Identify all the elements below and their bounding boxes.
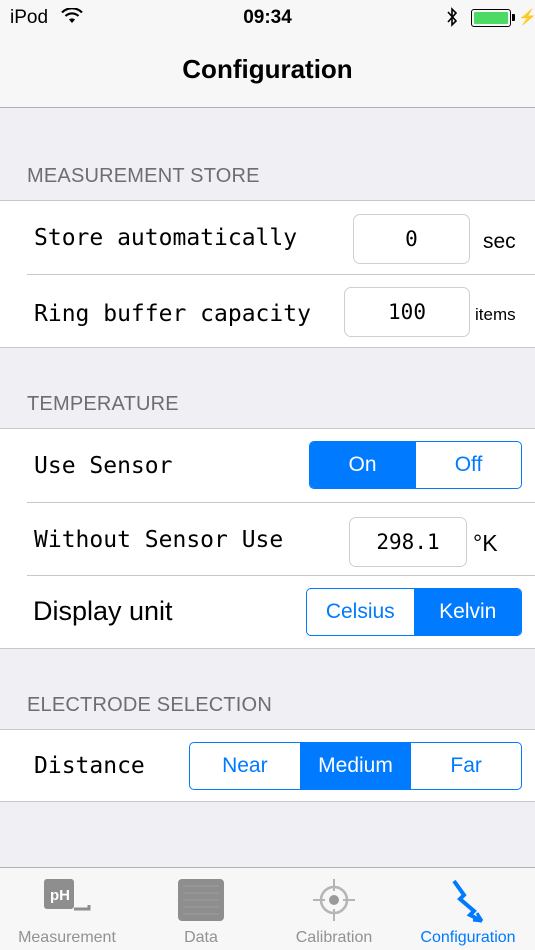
display-unit-kelvin[interactable]: Kelvin — [413, 589, 521, 635]
charging-icon: ⚡ — [518, 9, 535, 26]
row-distance: Distance Near Medium Far — [0, 730, 535, 804]
store-interval-field[interactable]: 0 — [353, 214, 470, 264]
ph-meter-icon: pH — [41, 877, 93, 922]
row-without-sensor: Without Sensor Use 298.1 °K — [0, 502, 535, 576]
without-sensor-label: Without Sensor Use — [34, 527, 284, 553]
ring-buffer-unit: items — [475, 305, 516, 324]
tab-calibration[interactable]: Calibration — [267, 868, 401, 950]
battery-tip — [512, 14, 515, 21]
use-sensor-label: Use Sensor — [34, 453, 173, 479]
use-sensor-off[interactable]: Off — [415, 442, 521, 488]
temperature-group: Use Sensor On Off Without Sensor Use 298… — [0, 428, 535, 649]
measurement-store-group: Store automatically 0 sec Ring buffer ca… — [0, 200, 535, 348]
row-use-sensor: Use Sensor On Off — [0, 429, 535, 503]
display-unit-label: Display unit — [33, 596, 173, 626]
distance-segmented-control[interactable]: Near Medium Far — [189, 742, 522, 790]
store-automatically-label: Store automatically — [34, 225, 298, 251]
temperature-unit: °K — [473, 530, 498, 556]
default-temperature-field[interactable]: 298.1 — [349, 517, 467, 567]
tab-measurement-label: Measurement — [18, 929, 116, 946]
row-display-unit: Display unit Celsius Kelvin — [0, 575, 535, 649]
row-store-automatically: Store automatically 0 sec — [0, 201, 535, 275]
store-interval-unit: sec — [483, 230, 516, 253]
lightning-icon — [448, 877, 488, 928]
tab-bar: pH Measurement Data Calibration Configur… — [0, 867, 535, 950]
data-grid-icon — [177, 877, 225, 928]
use-sensor-on[interactable]: On — [310, 442, 415, 488]
ring-buffer-label: Ring buffer capacity — [34, 301, 311, 327]
distance-medium[interactable]: Medium — [299, 743, 411, 789]
section-header-temperature: TEMPERATURE — [27, 393, 179, 415]
section-header-measurement-store: MEASUREMENT STORE — [27, 165, 260, 187]
section-header-electrode: ELECTRODE SELECTION — [27, 694, 272, 716]
distance-label: Distance — [34, 753, 145, 779]
crosshair-icon — [311, 877, 357, 928]
bluetooth-icon — [446, 6, 458, 33]
display-unit-celsius[interactable]: Celsius — [307, 589, 414, 635]
svg-text:pH: pH — [50, 887, 70, 904]
row-ring-buffer: Ring buffer capacity 100 items — [0, 274, 535, 348]
ring-buffer-field[interactable]: 100 — [344, 287, 470, 337]
navigation-bar: iPod 09:34 ⚡ Configuration — [0, 0, 535, 108]
tab-configuration[interactable]: Configuration — [401, 868, 535, 950]
tab-data-label: Data — [184, 929, 218, 946]
tab-data[interactable]: Data — [134, 868, 268, 950]
electrode-group: Distance Near Medium Far — [0, 729, 535, 802]
battery-icon — [471, 9, 511, 27]
page-title: Configuration — [182, 54, 353, 84]
tab-calibration-label: Calibration — [295, 929, 373, 946]
tab-measurement[interactable]: pH Measurement — [0, 868, 134, 950]
tab-configuration-label: Configuration — [420, 929, 516, 946]
distance-near[interactable]: Near — [190, 743, 300, 789]
display-unit-segmented-control[interactable]: Celsius Kelvin — [306, 588, 522, 636]
distance-far[interactable]: Far — [410, 743, 521, 789]
status-bar: iPod 09:34 ⚡ — [0, 0, 535, 36]
use-sensor-segmented-control[interactable]: On Off — [309, 441, 522, 489]
